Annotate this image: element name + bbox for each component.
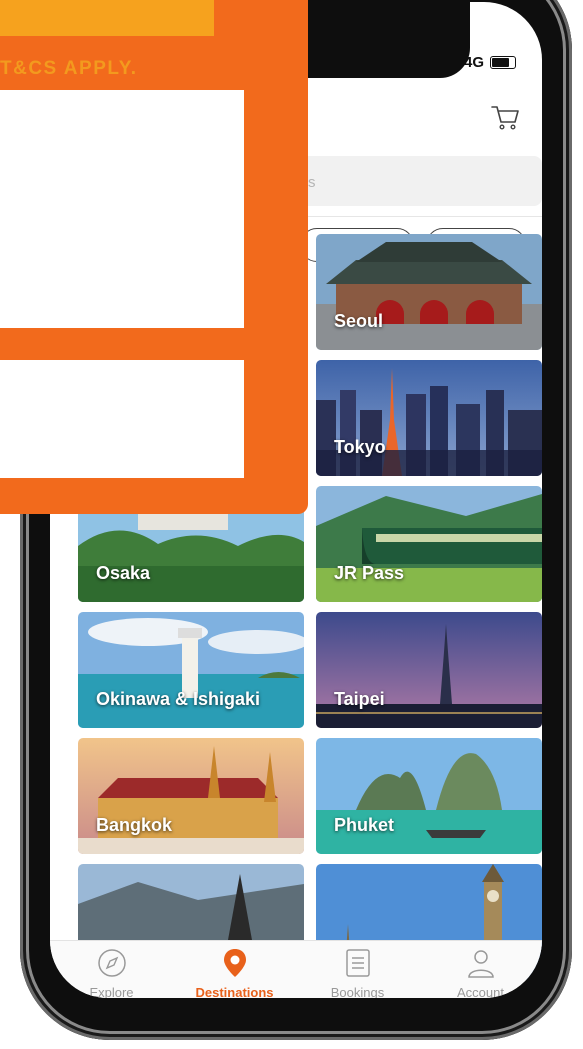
promo-badge [0, 0, 214, 36]
nav-bookings-label: Bookings [330, 985, 385, 998]
compass-icon [98, 949, 126, 977]
promo-terms: T&CS APPLY. [0, 58, 138, 79]
bottom-nav: Explore Destinations Bookings Account [50, 940, 542, 998]
destination-tile-taipei[interactable]: Taipei [316, 612, 542, 728]
destination-tile-jr-pass[interactable]: JR Pass [316, 486, 542, 602]
destination-label: Tokyo [334, 437, 386, 457]
destination-tile-okinawa[interactable]: Okinawa & Ishigaki [78, 612, 304, 728]
destination-tile-phuket[interactable]: Phuket [316, 738, 542, 854]
destination-label: Okinawa & Ishigaki [96, 689, 261, 709]
destination-tile-seoul[interactable]: Seoul [316, 234, 542, 350]
destination-tile-bangkok[interactable]: Bangkok [78, 738, 304, 854]
nav-account-label: Account [457, 985, 504, 998]
search-placeholder: s [308, 174, 316, 191]
promo-banner[interactable]: T&CS APPLY. [0, 0, 308, 514]
destination-label: Bangkok [96, 815, 173, 835]
destination-label: Taipei [334, 689, 385, 709]
destination-tile-tokyo[interactable]: Tokyo [316, 360, 542, 476]
phuket-image [316, 738, 542, 854]
nav-destinations-label: Destinations [195, 985, 274, 998]
destination-label: Osaka [96, 563, 151, 583]
nav-explore[interactable]: Explore [50, 941, 173, 998]
promo-panel-top [0, 90, 244, 328]
cart-icon[interactable] [490, 102, 520, 132]
taipei-image [316, 612, 542, 728]
location-pin-icon [224, 949, 246, 977]
tokyo-image [316, 360, 542, 476]
nav-destinations[interactable]: Destinations [173, 941, 296, 998]
okinawa-image [78, 612, 304, 728]
nav-explore-label: Explore [89, 985, 134, 998]
nav-bookings[interactable]: Bookings [296, 941, 419, 998]
battery-icon [490, 56, 516, 69]
destination-label: JR Pass [334, 563, 405, 583]
jr-pass-image [316, 486, 542, 602]
destination-label: Phuket [334, 815, 395, 835]
bangkok-image [78, 738, 304, 854]
promo-panel-bottom [0, 360, 244, 478]
destination-label: Seoul [334, 311, 384, 331]
nav-account[interactable]: Account [419, 941, 542, 998]
user-icon [468, 950, 494, 978]
seoul-image [316, 234, 542, 350]
list-icon [346, 949, 370, 977]
